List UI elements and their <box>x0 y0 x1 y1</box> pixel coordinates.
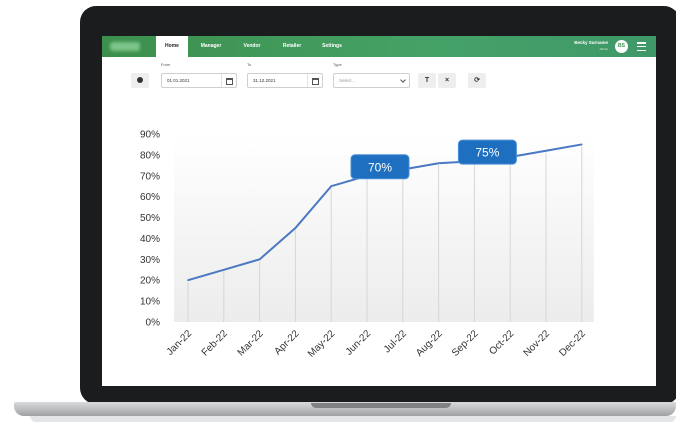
y-tick-label: 60% <box>140 192 160 203</box>
data-point <box>330 185 332 188</box>
data-point <box>223 268 225 271</box>
data-point <box>187 279 189 282</box>
laptop-notch <box>311 403 451 408</box>
x-tick-label: Mar-22 <box>236 328 266 358</box>
x-tick-label: Aug-22 <box>414 328 445 359</box>
x-tick-label: Jan-22 <box>165 328 195 358</box>
laptop-shadow <box>30 416 676 422</box>
x-tick-label: Oct-22 <box>487 328 516 357</box>
y-tick-label: 70% <box>140 171 160 182</box>
line-chart: 0% 10% 20% 30% 40% 50% 60% 70% 80% 90% Jan-22 Feb-2… <box>140 130 594 360</box>
data-point <box>437 162 440 165</box>
y-tick-label: 90% <box>140 130 160 141</box>
data-point <box>545 149 547 152</box>
x-tick-label: May-22 <box>306 328 338 360</box>
y-tick-label: 50% <box>140 213 160 224</box>
y-tick-label: 10% <box>140 297 160 308</box>
y-tick-label: 30% <box>140 255 160 266</box>
x-tick-label: Apr-22 <box>273 328 302 357</box>
x-tick-label: Dec-22 <box>557 328 588 359</box>
x-tick-label: Jul-22 <box>382 328 409 355</box>
data-point <box>258 258 261 261</box>
data-point <box>581 143 583 146</box>
app-screen: Home Manager Vendor Retailer Settings Be… <box>102 36 656 386</box>
x-tick-label: Jun-22 <box>344 328 374 358</box>
x-tick-label: Nov-22 <box>522 328 553 359</box>
y-tick-label: 80% <box>140 150 160 161</box>
y-tick-label: 20% <box>140 276 160 287</box>
x-tick-label: Feb-22 <box>200 328 230 358</box>
x-tick-label: Sep-22 <box>450 328 481 359</box>
y-tick-label: 0% <box>146 318 161 329</box>
y-tick-label: 40% <box>140 234 160 245</box>
callout-label: 75% <box>475 146 499 160</box>
callout-label: 70% <box>368 160 392 174</box>
data-point <box>294 227 297 229</box>
